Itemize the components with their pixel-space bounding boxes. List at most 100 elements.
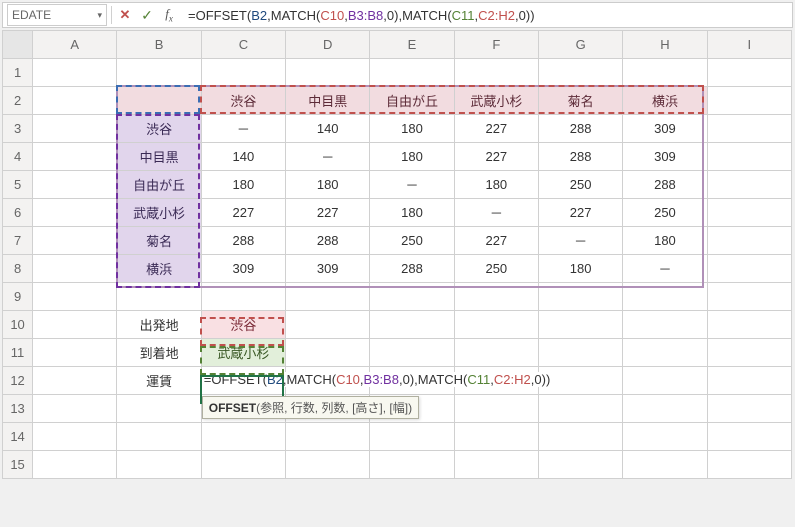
cell[interactable]	[286, 283, 370, 311]
cell[interactable]	[707, 451, 791, 479]
side-station-1[interactable]: 中目黒	[117, 143, 201, 171]
chevron-down-icon[interactable]: ▾	[97, 10, 102, 21]
header-station-0[interactable]: 渋谷	[201, 87, 285, 115]
fare-cell[interactable]: 227	[201, 199, 285, 227]
fare-cell[interactable]: 309	[286, 255, 370, 283]
cell[interactable]	[33, 59, 117, 87]
col-header-H[interactable]: H	[623, 31, 707, 59]
cell[interactable]	[454, 283, 538, 311]
row-header-5[interactable]: 5	[3, 171, 33, 199]
col-header-D[interactable]: D	[286, 31, 370, 59]
cell-C10[interactable]: 渋谷	[201, 311, 285, 339]
cell[interactable]	[707, 339, 791, 367]
cell[interactable]	[454, 451, 538, 479]
fare-cell[interactable]: 309	[623, 143, 707, 171]
cancel-button[interactable]: ✕	[116, 6, 134, 24]
row-header-11[interactable]: 11	[3, 339, 33, 367]
row-header-1[interactable]: 1	[3, 59, 33, 87]
cell[interactable]	[286, 451, 370, 479]
cell[interactable]	[370, 423, 454, 451]
col-header-G[interactable]: G	[538, 31, 622, 59]
cell[interactable]	[707, 311, 791, 339]
cell[interactable]	[707, 255, 791, 283]
header-station-2[interactable]: 自由が丘	[370, 87, 454, 115]
header-station-4[interactable]: 菊名	[538, 87, 622, 115]
row-header-7[interactable]: 7	[3, 227, 33, 255]
row-header-8[interactable]: 8	[3, 255, 33, 283]
cell[interactable]	[538, 339, 622, 367]
cell[interactable]	[201, 451, 285, 479]
cell[interactable]	[454, 59, 538, 87]
cell[interactable]	[454, 339, 538, 367]
fare-cell[interactable]: －	[623, 255, 707, 283]
cell[interactable]	[33, 255, 117, 283]
col-header-C[interactable]: C	[201, 31, 285, 59]
cell[interactable]	[538, 423, 622, 451]
cell[interactable]	[623, 367, 707, 395]
cell[interactable]	[33, 227, 117, 255]
cell[interactable]	[707, 143, 791, 171]
fare-cell[interactable]: 140	[201, 143, 285, 171]
cell[interactable]	[707, 283, 791, 311]
fare-cell[interactable]: 140	[286, 115, 370, 143]
cell[interactable]	[286, 423, 370, 451]
row-header-12[interactable]: 12	[3, 367, 33, 395]
cell[interactable]	[538, 59, 622, 87]
cell[interactable]	[454, 395, 538, 423]
cell[interactable]	[117, 59, 201, 87]
col-header-E[interactable]: E	[370, 31, 454, 59]
cell[interactable]	[33, 423, 117, 451]
fare-cell[interactable]: 309	[623, 115, 707, 143]
cell[interactable]	[707, 395, 791, 423]
col-header-I[interactable]: I	[707, 31, 791, 59]
fare-cell[interactable]: 288	[286, 227, 370, 255]
cell[interactable]	[33, 115, 117, 143]
header-station-1[interactable]: 中目黒	[286, 87, 370, 115]
fare-cell[interactable]: 180	[454, 171, 538, 199]
cell[interactable]	[538, 311, 622, 339]
enter-button[interactable]: ✓	[138, 6, 156, 24]
fare-cell[interactable]: －	[538, 227, 622, 255]
formula-input[interactable]: =OFFSET(B2,MATCH(C10,B3:B8,0),MATCH(C11,…	[182, 8, 788, 23]
row-header-6[interactable]: 6	[3, 199, 33, 227]
col-header-A[interactable]: A	[33, 31, 117, 59]
cell[interactable]	[623, 311, 707, 339]
cell[interactable]	[33, 143, 117, 171]
cell[interactable]	[33, 171, 117, 199]
cell[interactable]	[33, 311, 117, 339]
row-header-3[interactable]: 3	[3, 115, 33, 143]
fare-cell[interactable]: 250	[623, 199, 707, 227]
row-header-9[interactable]: 9	[3, 283, 33, 311]
cell[interactable]	[33, 339, 117, 367]
cell[interactable]	[286, 311, 370, 339]
side-station-2[interactable]: 自由が丘	[117, 171, 201, 199]
fare-cell[interactable]: 288	[538, 115, 622, 143]
cell[interactable]	[623, 423, 707, 451]
row-header-10[interactable]: 10	[3, 311, 33, 339]
row-header-15[interactable]: 15	[3, 451, 33, 479]
fare-cell[interactable]: 227	[454, 227, 538, 255]
cell[interactable]	[707, 367, 791, 395]
cell[interactable]	[623, 339, 707, 367]
fare-cell[interactable]: 227	[454, 115, 538, 143]
cell[interactable]	[623, 451, 707, 479]
cell[interactable]	[201, 423, 285, 451]
cell[interactable]	[33, 451, 117, 479]
header-station-5[interactable]: 横浜	[623, 87, 707, 115]
cell[interactable]	[707, 171, 791, 199]
fare-cell[interactable]: 309	[201, 255, 285, 283]
cell[interactable]	[33, 199, 117, 227]
select-all-corner[interactable]	[3, 31, 33, 59]
cell[interactable]	[286, 59, 370, 87]
cell[interactable]	[707, 115, 791, 143]
fare-cell[interactable]: 288	[538, 143, 622, 171]
cell[interactable]	[33, 367, 117, 395]
cell[interactable]	[623, 59, 707, 87]
fare-cell[interactable]: 250	[370, 227, 454, 255]
fare-cell[interactable]: 180	[623, 227, 707, 255]
cell[interactable]	[33, 395, 117, 423]
fare-cell[interactable]: 227	[286, 199, 370, 227]
cell[interactable]	[370, 283, 454, 311]
fare-cell[interactable]: 288	[201, 227, 285, 255]
fare-cell[interactable]: 288	[623, 171, 707, 199]
